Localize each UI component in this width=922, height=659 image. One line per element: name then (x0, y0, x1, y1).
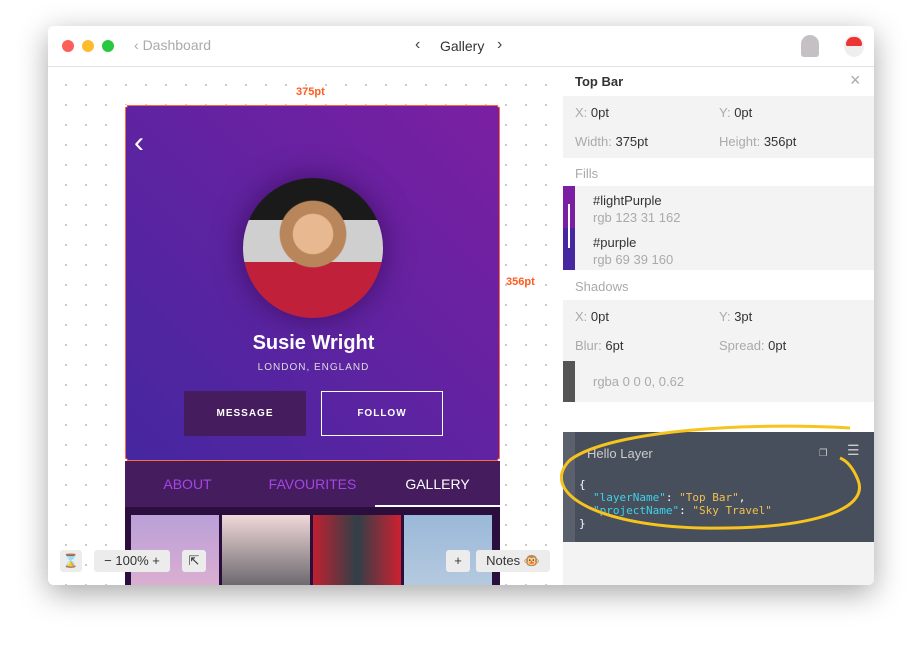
gallery-photo[interactable] (222, 515, 310, 585)
profile-tabs: ABOUT FAVOURITES GALLERY (125, 461, 500, 507)
notes-button[interactable]: Notes 🐵 (476, 550, 550, 572)
zoom-out-button[interactable]: − (104, 553, 115, 568)
x-label: X: (575, 105, 588, 120)
bell-icon[interactable] (801, 35, 819, 57)
top-bar-layer[interactable]: ‹ Susie Wright LONDON, ENGLAND MESSAGE F… (125, 105, 500, 463)
tab-about[interactable]: ABOUT (125, 461, 250, 507)
fills-label: Fills (575, 166, 599, 181)
fill-name: #lightPurple (593, 193, 662, 208)
gradient-line (568, 204, 570, 248)
blur-label: Blur: (575, 338, 602, 353)
width-value: 375pt (615, 134, 649, 149)
inspector-header: Top Bar × (563, 67, 874, 96)
design-canvas[interactable]: 375pt 356pt ‹ Susie Wright LONDON, ENGLA… (48, 67, 563, 585)
resize-handle[interactable] (125, 105, 128, 108)
fills-header: Fills (563, 158, 874, 186)
fill-rgb: rgb 69 39 160 (593, 252, 674, 267)
spread-value: 0pt (768, 338, 787, 353)
avatar[interactable] (844, 35, 864, 57)
shadow-y-label: Y: (719, 309, 731, 324)
gallery-grid (125, 507, 500, 585)
zoom-in-button[interactable]: + (149, 553, 160, 568)
fill-rgb: rgb 123 31 162 (593, 210, 681, 225)
follow-button[interactable]: FOLLOW (321, 391, 443, 436)
chevron-left-icon: ‹ (134, 37, 143, 53)
back-to-dashboard[interactable]: ‹ Dashboard (134, 37, 211, 53)
close-icon[interactable]: × (850, 70, 861, 91)
shadow-x-label: X: (575, 309, 588, 324)
back-label: Dashboard (142, 37, 212, 53)
next-page-icon[interactable]: › (497, 36, 502, 54)
resize-handle[interactable] (497, 105, 500, 108)
gallery-photo[interactable] (313, 515, 401, 585)
maximize-window-button[interactable] (102, 40, 114, 52)
profile-name: Susie Wright (252, 332, 375, 354)
close-window-button[interactable] (62, 40, 74, 52)
height-value: 356pt (763, 134, 797, 149)
layer-title: Top Bar (575, 74, 624, 89)
height-measure: 356pt (506, 276, 535, 288)
message-button[interactable]: MESSAGE (184, 391, 306, 436)
back-arrow-icon[interactable]: ‹ (134, 128, 144, 158)
shadow-color: rgba 0 0 0, 0.62 (593, 374, 685, 389)
artboard: ‹ Susie Wright LONDON, ENGLAND MESSAGE F… (125, 105, 500, 585)
tab-gallery[interactable]: GALLERY (375, 461, 500, 507)
export-icon[interactable]: ⇱ (182, 550, 206, 572)
shadows-header: Shadows (563, 270, 874, 300)
tab-favourites[interactable]: FAVOURITES (250, 461, 375, 507)
shadow-x-value: 0pt (590, 309, 609, 324)
width-label: Width: (575, 134, 612, 149)
x-value: 0pt (590, 105, 609, 120)
zoom-control: − 100% + (94, 550, 170, 572)
profile-photo (243, 178, 383, 318)
shadow-y-value: 3pt (734, 309, 753, 324)
title-bar: ‹ Dashboard ‹ Gallery › (48, 26, 874, 67)
page-title: Gallery (440, 38, 485, 54)
height-label: Height: (719, 134, 761, 149)
minimize-window-button[interactable] (82, 40, 94, 52)
y-value: 0pt (734, 105, 753, 120)
add-button[interactable]: + (446, 550, 470, 572)
zoom-level: 100% (115, 553, 149, 568)
highlight-annotation (559, 424, 861, 530)
y-label: Y: (719, 105, 731, 120)
prev-page-icon[interactable]: ‹ (415, 36, 420, 54)
shadow-swatch[interactable] (563, 361, 575, 402)
fill-name: #purple (593, 235, 637, 250)
spread-label: Spread: (719, 338, 765, 353)
blur-value: 6pt (605, 338, 624, 353)
profile-location: LONDON, ENGLAND (257, 362, 370, 373)
width-measure: 375pt (296, 86, 325, 98)
history-icon[interactable]: ⌛ (60, 550, 82, 572)
shadows-label: Shadows (575, 279, 629, 294)
